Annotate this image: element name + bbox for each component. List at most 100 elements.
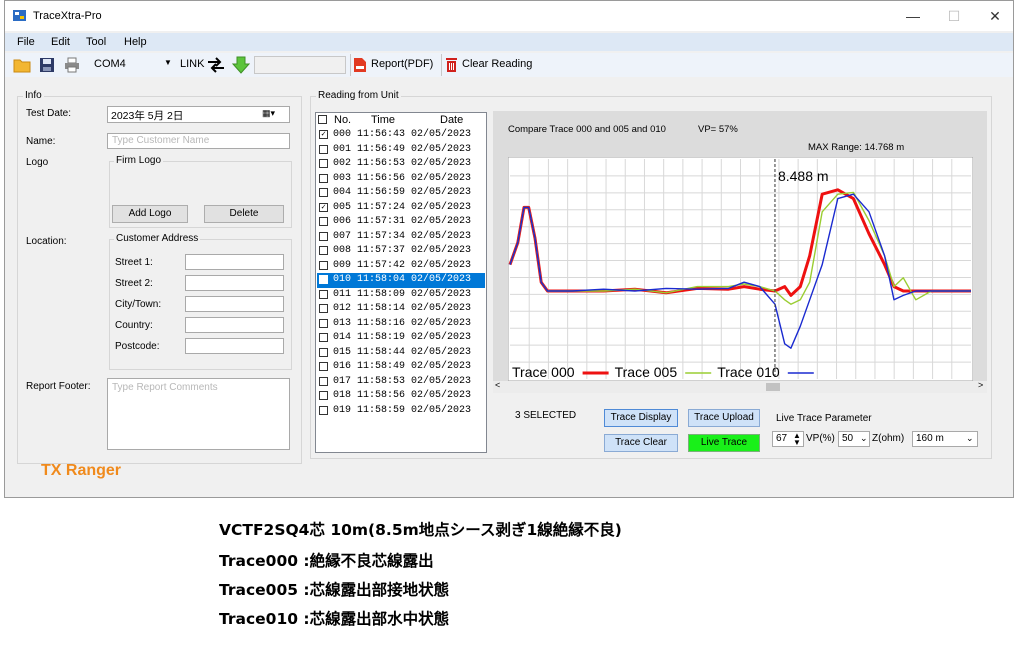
reading-row-text: 010 11:58:04 02/05/2023	[333, 274, 472, 285]
reading-row[interactable]: 016 11:58:49 02/05/2023	[317, 360, 485, 375]
reading-row-checkbox[interactable]	[319, 246, 328, 255]
reading-row[interactable]: 011 11:58:09 02/05/2023	[317, 288, 485, 303]
download-arrow-icon[interactable]	[231, 56, 251, 74]
reading-row-checkbox[interactable]: ✓	[319, 275, 328, 284]
reading-row-checkbox[interactable]	[319, 144, 328, 154]
trace-chart[interactable]: 8.488 m Trace 000 Trace 005 Trace 010	[508, 157, 973, 381]
reading-row[interactable]: 012 11:58:14 02/05/2023	[317, 302, 485, 317]
trace-upload-button[interactable]: Trace Upload	[688, 409, 760, 427]
spinner-arrows-icon[interactable]: ▲ ▼	[793, 432, 801, 447]
range-select[interactable]: 160 m ⌄	[912, 431, 978, 447]
reading-row[interactable]: 019 11:58:59 02/05/2023	[317, 404, 485, 419]
reading-row[interactable]: 001 11:56:49 02/05/2023	[317, 143, 485, 158]
reading-row-checkbox[interactable]	[319, 173, 328, 183]
trace-display-button[interactable]: Trace Display	[604, 409, 678, 427]
reading-row-checkbox[interactable]	[319, 260, 328, 270]
reading-row-checkbox[interactable]	[319, 289, 328, 299]
reading-row-text: 009 11:57:42 02/05/2023	[333, 259, 472, 271]
reading-row-text: 017 11:58:53 02/05/2023	[333, 375, 472, 387]
trace-clear-button[interactable]: Trace Clear	[604, 434, 678, 452]
firm-logo-title: Firm Logo	[114, 155, 164, 166]
z-value: 50	[842, 433, 854, 444]
menu-tool[interactable]: Tool	[86, 36, 106, 48]
menu-file[interactable]: File	[17, 36, 35, 48]
reading-row-checkbox[interactable]	[319, 188, 328, 197]
reading-row-checkbox[interactable]	[319, 391, 328, 400]
legend-label: Trace 005	[615, 364, 678, 380]
minimize-icon[interactable]: —	[898, 5, 928, 27]
save-icon[interactable]	[38, 56, 56, 74]
reading-row-checkbox[interactable]	[319, 362, 328, 371]
country-input[interactable]	[185, 317, 284, 333]
close-icon[interactable]: ✕	[980, 5, 1010, 27]
link-arrows-icon[interactable]	[206, 56, 226, 74]
delete-logo-button[interactable]: Delete	[204, 205, 284, 223]
reading-row[interactable]: 009 11:57:42 02/05/2023	[317, 259, 485, 274]
reading-row-text: 016 11:58:49 02/05/2023	[333, 361, 472, 372]
reading-row-checkbox[interactable]	[319, 217, 328, 226]
add-logo-button[interactable]: Add Logo	[112, 205, 188, 223]
reading-row-checkbox[interactable]	[319, 376, 328, 386]
print-icon[interactable]	[63, 56, 81, 74]
reading-row[interactable]: 006 11:57:31 02/05/2023	[317, 215, 485, 230]
street1-input[interactable]	[185, 254, 284, 270]
z-select[interactable]: 50 ⌄	[838, 431, 870, 447]
reading-row[interactable]: 017 11:58:53 02/05/2023	[317, 375, 485, 390]
reading-row[interactable]: 007 11:57:34 02/05/2023	[317, 230, 485, 245]
scroll-right-icon[interactable]: >	[978, 380, 983, 390]
reading-row-checkbox[interactable]: ✓	[319, 130, 328, 139]
reading-list[interactable]: No. Time Date ✓ 000 11:56:43 02/05/2023 00…	[315, 112, 487, 453]
reading-row[interactable]: 002 11:56:53 02/05/2023	[317, 157, 485, 172]
reading-row-checkbox[interactable]	[319, 304, 328, 313]
reading-row[interactable]: 003 11:56:56 02/05/2023	[317, 172, 485, 187]
reading-row[interactable]: ✓ 005 11:57:24 02/05/2023	[317, 201, 485, 216]
port-value: COM4	[94, 58, 126, 70]
menu-help[interactable]: Help	[124, 36, 147, 48]
test-date-picker[interactable]: 2023年 5月 2日 ▦▾	[107, 106, 290, 123]
customer-address-title: Customer Address	[114, 233, 201, 244]
vp-value: 67	[776, 433, 788, 444]
chart-scrollbar[interactable]: < >	[493, 380, 987, 393]
clear-reading-button[interactable]: Clear Reading	[445, 56, 533, 74]
customer-name-input[interactable]: Type Customer Name	[107, 133, 290, 149]
street2-input[interactable]	[185, 275, 284, 291]
reading-row[interactable]: 015 11:58:44 02/05/2023	[317, 346, 485, 361]
reading-row-checkbox[interactable]	[319, 405, 328, 415]
open-folder-icon[interactable]	[13, 56, 31, 74]
reading-row[interactable]: 014 11:58:19 02/05/2023	[317, 331, 485, 346]
reading-row-checkbox[interactable]	[319, 231, 328, 241]
reading-row-checkbox[interactable]	[319, 159, 328, 168]
reading-group-title: Reading from Unit	[316, 90, 401, 101]
reading-row-text: 018 11:58:56 02/05/2023	[333, 390, 472, 401]
app-window: TraceXtra-Pro — ☐ ✕ File Edit Tool Help …	[4, 0, 1014, 498]
live-trace-button[interactable]: Live Trace	[688, 434, 760, 452]
reading-row[interactable]: 018 11:58:56 02/05/2023	[317, 389, 485, 404]
vp-spinner[interactable]: 67 ▲ ▼	[772, 431, 804, 447]
reading-row-checkbox[interactable]	[319, 347, 328, 357]
report-pdf-button[interactable]: Report(PDF)	[353, 56, 437, 74]
scroll-thumb[interactable]	[766, 383, 780, 391]
reading-row[interactable]: ✓ 000 11:56:43 02/05/2023	[317, 128, 485, 143]
calendar-icon[interactable]: ▦▾	[262, 108, 275, 119]
reading-row[interactable]: ✓ 010 11:58:04 02/05/2023	[317, 273, 485, 288]
maximize-icon[interactable]: ☐	[939, 5, 969, 27]
report-pdf-label: Report(PDF)	[371, 58, 434, 70]
vp-label: VP(%)	[806, 433, 835, 444]
reading-row-checkbox[interactable]	[319, 333, 328, 342]
toolbar-separator	[441, 54, 442, 76]
postcode-input[interactable]	[185, 338, 284, 354]
country-label: Country:	[115, 320, 153, 331]
reading-row[interactable]: 013 11:58:16 02/05/2023	[317, 317, 485, 332]
report-footer-textarea[interactable]: Type Report Comments	[107, 378, 290, 450]
menu-edit[interactable]: Edit	[51, 36, 70, 48]
scroll-left-icon[interactable]: <	[495, 380, 500, 390]
reading-row-checkbox[interactable]	[319, 318, 328, 328]
city-input[interactable]	[185, 296, 284, 312]
reading-row[interactable]: 004 11:56:59 02/05/2023	[317, 186, 485, 201]
app-icon	[13, 10, 26, 21]
reading-row[interactable]: 008 11:57:37 02/05/2023	[317, 244, 485, 259]
select-all-checkbox[interactable]	[318, 115, 327, 124]
reading-row-checkbox[interactable]: ✓	[319, 202, 328, 212]
chart-legend: Trace 000 Trace 005 Trace 010	[512, 364, 814, 380]
port-select[interactable]: COM4 ▼	[90, 56, 176, 74]
